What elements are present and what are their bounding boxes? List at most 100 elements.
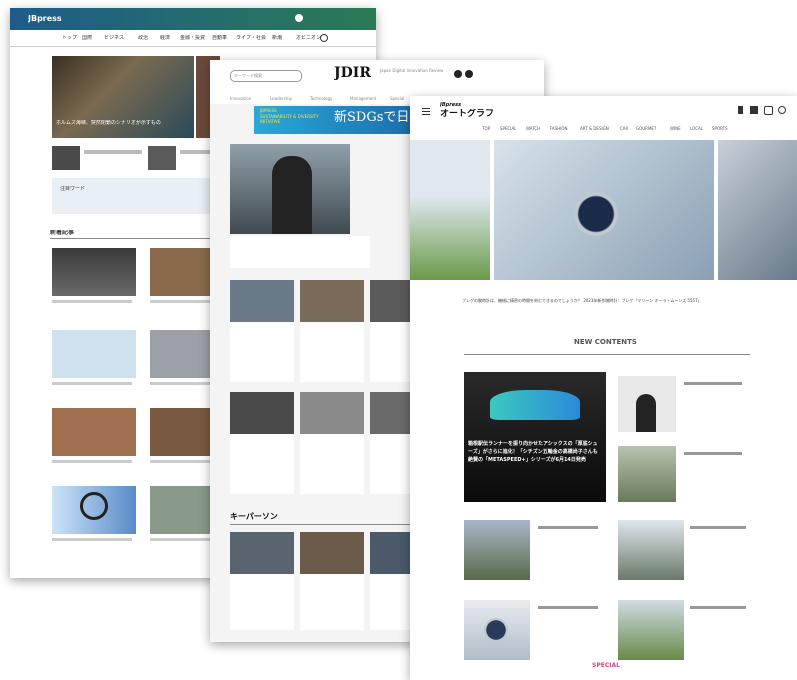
nav-item[interactable]: SPORTS: [712, 126, 728, 131]
nav-item[interactable]: Leadership: [270, 96, 292, 101]
headline-text[interactable]: [684, 382, 742, 385]
keyperson-image[interactable]: [230, 532, 294, 574]
nav-item[interactable]: WINE: [670, 126, 681, 131]
headline-text[interactable]: [150, 460, 214, 463]
article-card[interactable]: [300, 574, 364, 630]
article-image[interactable]: [464, 520, 530, 580]
article-image[interactable]: [52, 248, 136, 296]
thumb-image[interactable]: [148, 146, 176, 170]
tag-box: [52, 178, 222, 214]
search-icon[interactable]: [320, 34, 328, 42]
article-image[interactable]: [370, 280, 410, 322]
keyperson-image[interactable]: [300, 532, 364, 574]
nav-item[interactable]: ライフ・社会: [236, 35, 266, 41]
watch-image: [574, 192, 618, 236]
article-card[interactable]: [370, 434, 410, 494]
twitter-icon[interactable]: [465, 70, 473, 78]
article-image[interactable]: [618, 520, 684, 580]
article-image[interactable]: [618, 600, 684, 660]
header-bar: JBpress: [10, 8, 376, 30]
nav-item[interactable]: 国際: [82, 35, 92, 41]
article-card[interactable]: [230, 322, 294, 382]
headline-text[interactable]: [150, 382, 214, 385]
keyperson-image[interactable]: [370, 532, 410, 574]
hero-slide-next[interactable]: [718, 140, 797, 280]
nav-item[interactable]: 経済: [160, 35, 170, 41]
nav-item[interactable]: FASHION: [550, 126, 568, 131]
nav-item[interactable]: Management: [350, 96, 376, 101]
headline-text[interactable]: [150, 538, 214, 541]
nav-item[interactable]: トップ: [62, 35, 77, 41]
article-card[interactable]: [230, 574, 294, 630]
nav-item[interactable]: GOURMET: [636, 126, 656, 131]
article-image[interactable]: [300, 392, 364, 434]
jdir-logo[interactable]: JDIR: [334, 65, 371, 81]
headline-text[interactable]: [538, 526, 598, 529]
nav-item[interactable]: TOP: [482, 126, 490, 131]
article-image[interactable]: [230, 392, 294, 434]
user-icon[interactable]: [295, 14, 303, 22]
article-image[interactable]: [300, 280, 364, 322]
nav-item[interactable]: Special: [390, 96, 404, 101]
headline-text[interactable]: [690, 526, 746, 529]
article-card[interactable]: [230, 434, 294, 494]
nav-item[interactable]: WATCH: [526, 126, 540, 131]
article-card[interactable]: [370, 574, 410, 630]
thumb-image[interactable]: [52, 146, 80, 170]
section-heading: 新着記事: [50, 230, 75, 236]
nav-item[interactable]: 自動車: [212, 35, 227, 41]
nav-item[interactable]: 新潮: [272, 35, 282, 41]
person-figure: [272, 156, 312, 234]
main-nav: トップ 国際 ビジネス 政治 経済 金融・投資 自動車 ライフ・社会 新潮 オピ…: [10, 30, 376, 47]
hero-caption[interactable]: ホルムズ海峡、突然閉鎖のシナリオが示すもの: [56, 120, 161, 126]
headline-text[interactable]: [52, 300, 132, 303]
article-card[interactable]: [300, 434, 364, 494]
hero-caption[interactable]: ブレゲの腕時計は、機械に精密の時間を刻むできるのでしょうか？ 2023年新作腕時…: [462, 298, 702, 303]
banner-sub2: SUSTAINABILITY & DIVERSITY INITIATIVE: [260, 114, 319, 124]
banner-sub1: JBPRESS: [260, 108, 277, 113]
headline-text[interactable]: [690, 606, 746, 609]
brand-logo[interactable]: JBpress: [28, 14, 62, 24]
facebook-icon[interactable]: [738, 106, 743, 114]
search-icon[interactable]: [778, 106, 786, 114]
feature-caption-box[interactable]: [230, 236, 370, 268]
search-placeholder: キーワード検索: [234, 73, 262, 78]
nav-item[interactable]: Technology: [310, 96, 332, 101]
section-heading: キーパーソン: [230, 512, 278, 521]
twitter-icon[interactable]: [750, 106, 758, 114]
article-card[interactable]: [370, 322, 410, 382]
nav-item[interactable]: CAR: [620, 126, 628, 131]
hero-slide-prev[interactable]: [410, 140, 490, 280]
article-image[interactable]: [370, 392, 410, 434]
headline-text[interactable]: [52, 382, 132, 385]
nav-item[interactable]: 金融・投資: [180, 35, 205, 41]
article-card[interactable]: [300, 322, 364, 382]
article-image[interactable]: [230, 280, 294, 322]
headline-text[interactable]: [52, 538, 132, 541]
feature-text[interactable]: 箱根駅伝ランナーを振り向かせたアシックスの「厚底シューズ」がさらに進化！「シチズ…: [468, 440, 602, 496]
headline-text[interactable]: [84, 150, 142, 154]
facebook-icon[interactable]: [454, 70, 462, 78]
article-image[interactable]: [52, 330, 136, 378]
nav-item[interactable]: ART & DESIGN: [580, 126, 609, 131]
nav-item[interactable]: オピニオン: [296, 35, 321, 41]
nav-item[interactable]: LOCAL: [690, 126, 703, 131]
headline-text[interactable]: [150, 300, 214, 303]
menu-icon[interactable]: [422, 108, 430, 109]
instagram-icon[interactable]: [764, 106, 773, 115]
divider: [230, 524, 410, 525]
headline-text[interactable]: [180, 150, 214, 154]
headline-text[interactable]: [52, 460, 132, 463]
brand-logo[interactable]: JBpress: [440, 102, 461, 108]
article-image[interactable]: [618, 446, 676, 502]
nav-item[interactable]: ビジネス: [104, 35, 124, 41]
nav-item[interactable]: 政治: [138, 35, 148, 41]
headline-text[interactable]: [684, 452, 742, 455]
article-image[interactable]: [52, 408, 136, 456]
site-title[interactable]: オートグラフ: [440, 109, 494, 120]
divider: [464, 354, 750, 355]
headline-text[interactable]: [538, 606, 598, 609]
nav-item[interactable]: Innovation: [230, 96, 251, 101]
autograph-screenshot: JBpress オートグラフ TOP SPECIAL WATCH FASHION…: [410, 96, 797, 680]
nav-item[interactable]: SPECIAL: [500, 126, 516, 131]
